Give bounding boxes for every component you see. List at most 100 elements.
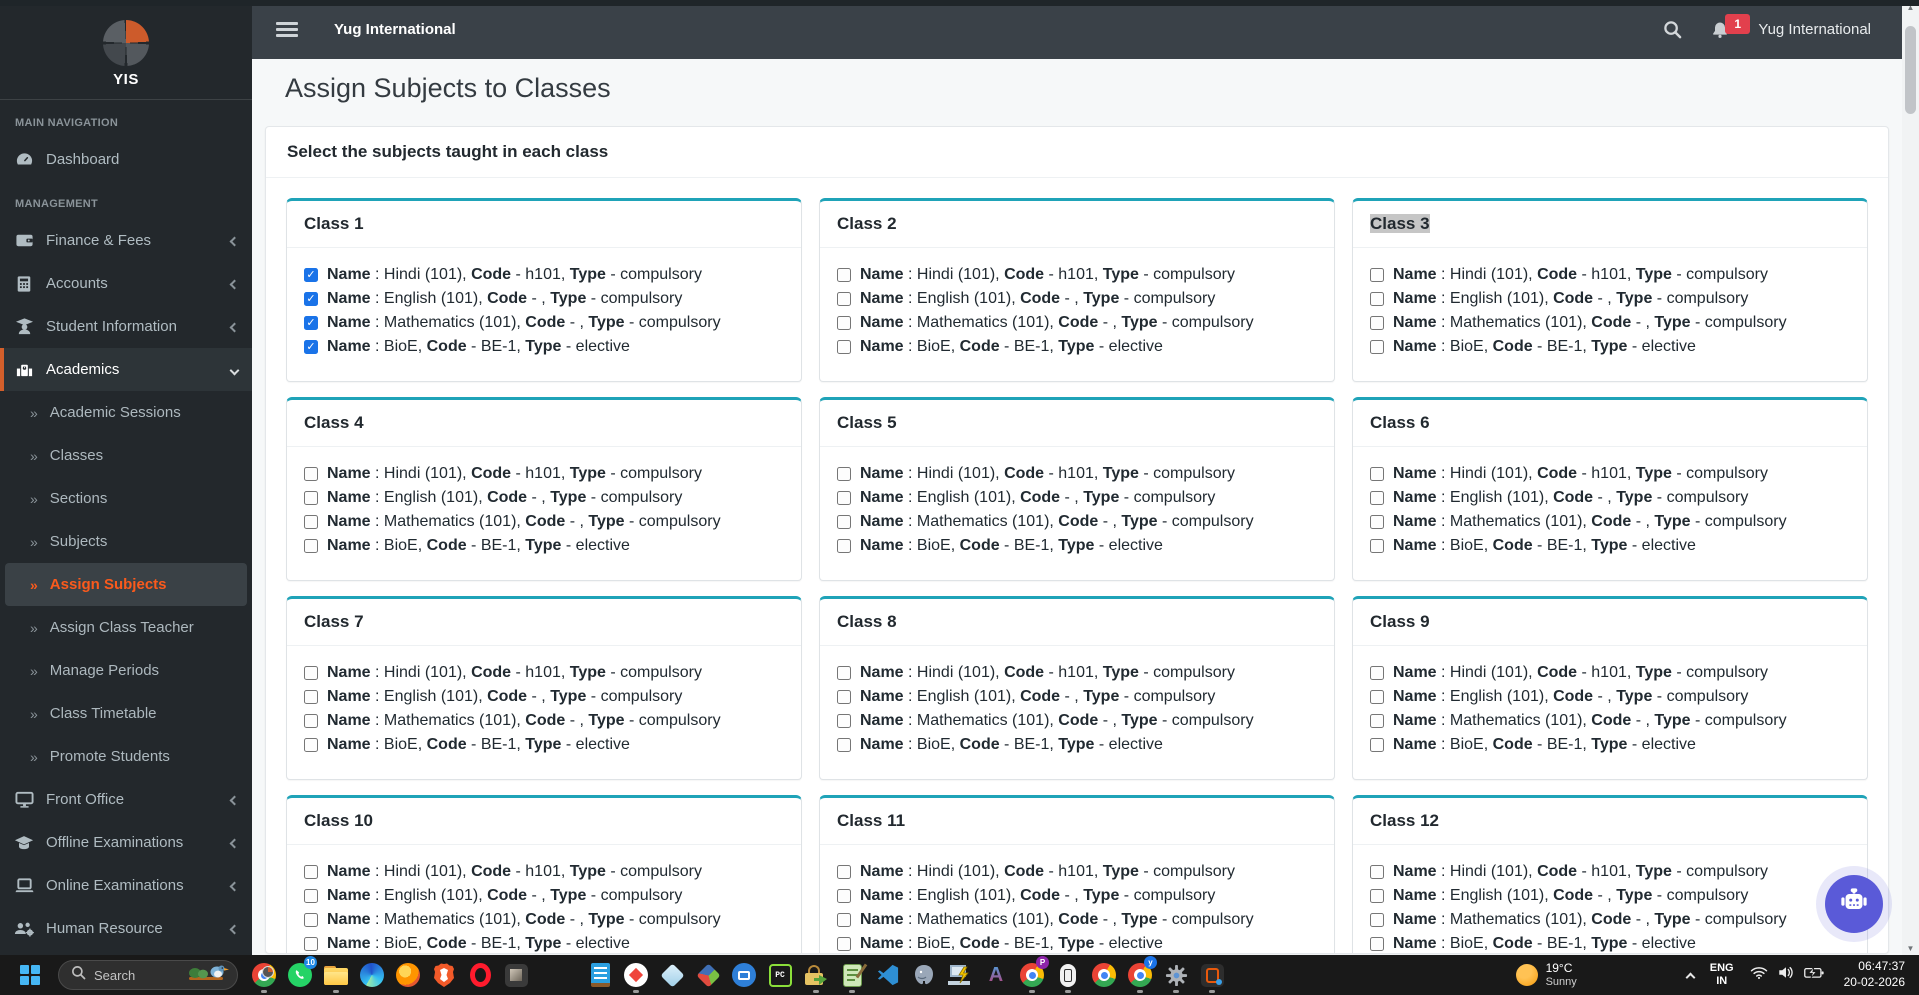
- taskbar-search-box[interactable]: Search: [58, 960, 238, 990]
- sidebar-item-accounts[interactable]: Accounts: [0, 262, 252, 305]
- taskbar-app-vscode-icon[interactable]: [870, 955, 906, 995]
- taskbar-app-phone-icon[interactable]: [1050, 955, 1086, 995]
- subject-checkbox[interactable]: [837, 889, 851, 903]
- taskbar-app-postgresql-icon[interactable]: [906, 955, 942, 995]
- subject-checkbox[interactable]: [837, 268, 851, 282]
- subject-checkbox[interactable]: [837, 340, 851, 354]
- taskbar-app-chrome-p-icon[interactable]: P: [1014, 955, 1050, 995]
- user-menu[interactable]: Yug International: [1758, 21, 1871, 38]
- taskbar-app-lock-icon[interactable]: [798, 955, 834, 995]
- subject-checkbox[interactable]: ✓: [304, 340, 318, 354]
- taskbar-app-snip-icon[interactable]: [1194, 955, 1230, 995]
- subject-checkbox[interactable]: [837, 467, 851, 481]
- subject-checkbox[interactable]: [1370, 937, 1384, 951]
- subject-checkbox[interactable]: [1370, 268, 1384, 282]
- subject-checkbox[interactable]: [837, 666, 851, 680]
- language-indicator[interactable]: ENG IN: [1710, 962, 1734, 988]
- subject-checkbox[interactable]: [304, 913, 318, 927]
- taskbar-app-anydesk-icon[interactable]: [618, 955, 654, 995]
- subject-checkbox[interactable]: [304, 539, 318, 553]
- taskbar-app-chrome-yis-icon[interactable]: [246, 955, 282, 995]
- subject-checkbox[interactable]: [304, 889, 318, 903]
- subject-checkbox[interactable]: [837, 714, 851, 728]
- subject-checkbox[interactable]: [304, 937, 318, 951]
- sidebar-item-dashboard[interactable]: Dashboard: [0, 138, 252, 181]
- subject-checkbox[interactable]: [837, 690, 851, 704]
- subject-checkbox[interactable]: [1370, 515, 1384, 529]
- taskbar-app-pycharm-icon[interactable]: PC: [762, 955, 798, 995]
- subject-checkbox[interactable]: [837, 913, 851, 927]
- taskbar-app-notepad-icon[interactable]: [582, 955, 618, 995]
- taskbar-app-gear-icon[interactable]: [1158, 955, 1194, 995]
- taskbar-clock[interactable]: 06:47:37 20-02-2026: [1844, 959, 1909, 990]
- sidebar-subitem-promote-students[interactable]: »Promote Students: [0, 735, 252, 778]
- taskbar-app-explorer-icon[interactable]: [318, 955, 354, 995]
- taskbar-weather-widget[interactable]: 19°C Sunny: [1516, 961, 1577, 990]
- subject-checkbox[interactable]: ✓: [304, 268, 318, 282]
- sidebar-subitem-academic-sessions[interactable]: »Academic Sessions: [0, 391, 252, 434]
- subject-checkbox[interactable]: [1370, 714, 1384, 728]
- subject-checkbox[interactable]: [837, 539, 851, 553]
- subject-checkbox[interactable]: [304, 491, 318, 505]
- subject-checkbox[interactable]: [1370, 738, 1384, 752]
- menu-toggle-icon[interactable]: [276, 22, 298, 37]
- sidebar-item-front-office[interactable]: Front Office: [0, 778, 252, 821]
- subject-checkbox[interactable]: [304, 714, 318, 728]
- sidebar-subitem-manage-periods[interactable]: »Manage Periods: [0, 649, 252, 692]
- notifications-bell-icon[interactable]: 1: [1710, 20, 1730, 40]
- taskbar-app-teamviewer-icon[interactable]: [726, 955, 762, 995]
- scrollbar-down-arrow[interactable]: ▼: [1902, 941, 1919, 955]
- sidebar-subitem-classes[interactable]: »Classes: [0, 434, 252, 477]
- taskbar-app-opera-icon[interactable]: [462, 955, 498, 995]
- search-icon[interactable]: [1663, 20, 1682, 39]
- subject-checkbox[interactable]: [1370, 340, 1384, 354]
- taskbar-app-unity-icon[interactable]: [690, 955, 726, 995]
- taskbar-app-chrome-y-icon[interactable]: y: [1122, 955, 1158, 995]
- subject-checkbox[interactable]: [1370, 690, 1384, 704]
- sidebar-subitem-assign-class-teacher[interactable]: »Assign Class Teacher: [0, 606, 252, 649]
- sidebar-item-academics[interactable]: Academics: [0, 348, 252, 391]
- taskbar-app-edge-icon[interactable]: [354, 955, 390, 995]
- subject-checkbox[interactable]: [304, 738, 318, 752]
- subject-checkbox[interactable]: [837, 491, 851, 505]
- taskbar-app-whatsapp-icon[interactable]: 10: [282, 955, 318, 995]
- subject-checkbox[interactable]: [1370, 292, 1384, 306]
- search-highlight-bird-image[interactable]: [187, 961, 231, 990]
- subject-checkbox[interactable]: [1370, 865, 1384, 879]
- taskbar-app-notepadpp-icon[interactable]: [834, 955, 870, 995]
- chatbot-fab-button[interactable]: [1825, 875, 1883, 933]
- subject-checkbox[interactable]: [1370, 539, 1384, 553]
- subject-checkbox[interactable]: [1370, 666, 1384, 680]
- subject-checkbox[interactable]: [1370, 889, 1384, 903]
- sidebar-item-offline-examinations[interactable]: Offline Examinations: [0, 821, 252, 864]
- sidebar-subitem-class-timetable[interactable]: »Class Timetable: [0, 692, 252, 735]
- subject-checkbox[interactable]: [304, 865, 318, 879]
- taskbar-app-cube-icon[interactable]: [654, 955, 690, 995]
- taskbar-app-firefox-icon[interactable]: [390, 955, 426, 995]
- taskbar-app-appium-icon[interactable]: A: [978, 955, 1014, 995]
- taskbar-app-chrome-icon[interactable]: [1086, 955, 1122, 995]
- sidebar-subitem-subjects[interactable]: »Subjects: [0, 520, 252, 563]
- volume-icon[interactable]: [1777, 965, 1795, 985]
- subject-checkbox[interactable]: ✓: [304, 316, 318, 330]
- windows-start-button[interactable]: [10, 955, 50, 995]
- taskbar-app-winscp-icon[interactable]: [942, 955, 978, 995]
- subject-checkbox[interactable]: [837, 292, 851, 306]
- subject-checkbox[interactable]: [837, 316, 851, 330]
- sidebar-item-finance-fees[interactable]: Finance & Fees: [0, 219, 252, 262]
- tray-overflow-chevron-icon[interactable]: [1687, 970, 1694, 981]
- subject-checkbox[interactable]: [1370, 913, 1384, 927]
- subject-checkbox[interactable]: [304, 666, 318, 680]
- subject-checkbox[interactable]: [304, 515, 318, 529]
- wifi-icon[interactable]: [1750, 966, 1768, 985]
- subject-checkbox[interactable]: [1370, 467, 1384, 481]
- subject-checkbox[interactable]: [837, 937, 851, 951]
- subject-checkbox[interactable]: [837, 515, 851, 529]
- taskbar-app-dark-app-icon[interactable]: [498, 955, 534, 995]
- app-logo[interactable]: YIS: [0, 0, 252, 100]
- sidebar-item-human-resource[interactable]: Human Resource: [0, 907, 252, 950]
- subject-checkbox[interactable]: [837, 738, 851, 752]
- subject-checkbox[interactable]: [304, 690, 318, 704]
- subject-checkbox[interactable]: [837, 865, 851, 879]
- sidebar-subitem-assign-subjects[interactable]: »Assign Subjects: [5, 563, 247, 606]
